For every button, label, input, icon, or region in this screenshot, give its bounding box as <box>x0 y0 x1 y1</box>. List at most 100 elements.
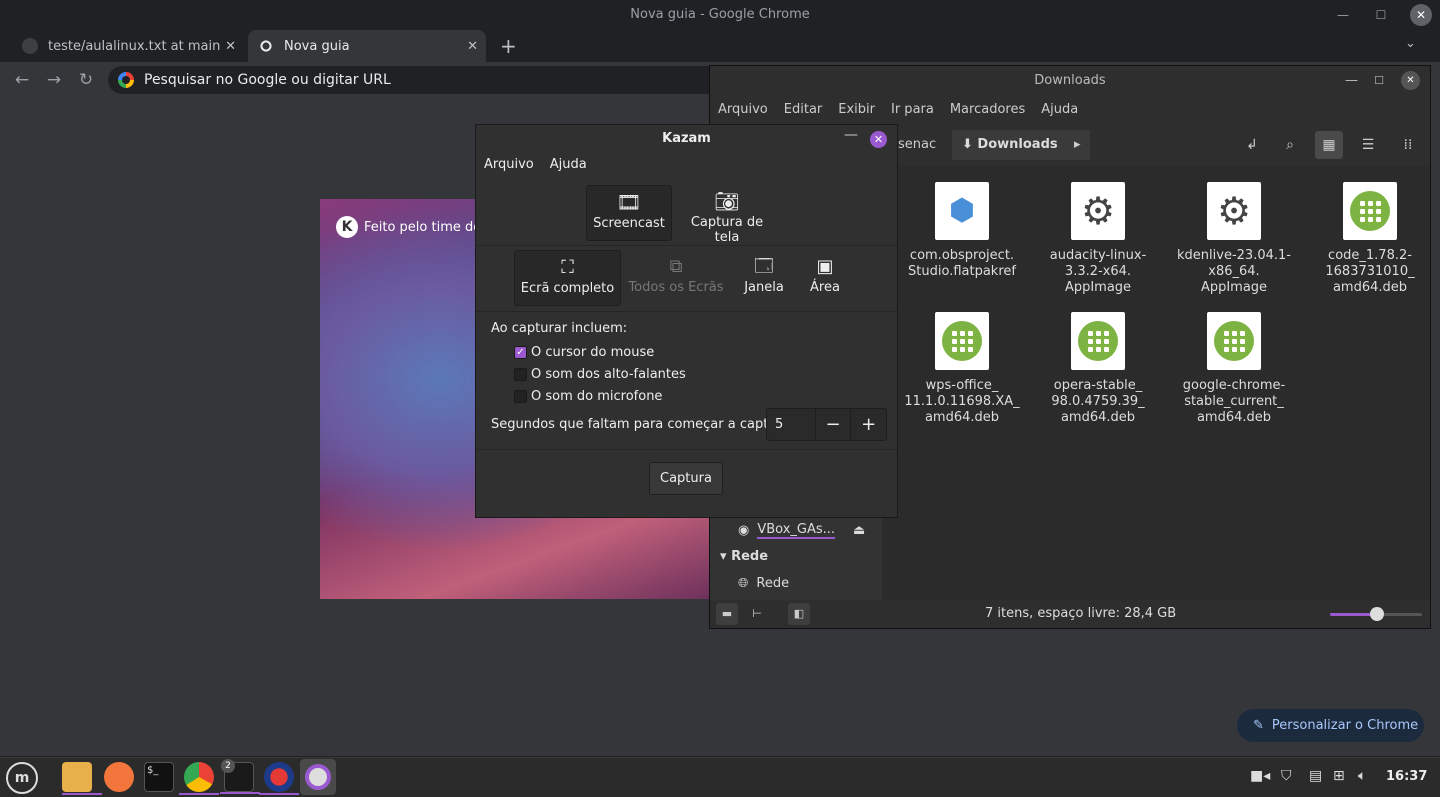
countdown-value[interactable]: 5 <box>767 409 815 440</box>
mode-label: Captura de tela <box>690 215 764 245</box>
network-icon[interactable]: ⊞ <box>1333 768 1345 784</box>
tab-github[interactable]: teste/aulalinux.txt at main · ar ✕ <box>12 30 244 62</box>
minimize-icon[interactable]: — <box>1345 66 1358 96</box>
tab-new[interactable]: Nova guia ✕ <box>248 30 486 62</box>
source-area[interactable]: ▣ Área <box>800 250 850 306</box>
file-item[interactable]: wps-office_ 11.1.0.11698.XA_ amd64.deb <box>894 312 1030 426</box>
toggle-location-icon[interactable]: ↲ <box>1242 135 1262 155</box>
reload-icon[interactable]: ↻ <box>76 70 96 90</box>
maximize-icon[interactable]: ☐ <box>1372 6 1390 24</box>
source-fullscreen[interactable]: ⛶ Ecrã completo <box>514 250 621 306</box>
minus-icon[interactable]: − <box>814 409 851 440</box>
countdown-stepper[interactable]: 5 − + <box>766 408 887 441</box>
option-speakers[interactable]: O som dos alto-falantes <box>514 367 686 382</box>
menu-arquivo[interactable]: Arquivo <box>718 102 768 117</box>
menu-exibir[interactable]: Exibir <box>838 102 875 117</box>
checkbox-checked[interactable]: ✓ <box>514 346 527 359</box>
breadcrumb-downloads[interactable]: ⬇ Downloads <box>952 130 1068 160</box>
minimize-icon[interactable]: — <box>844 127 858 143</box>
shield-icon[interactable]: ⛉ <box>1281 768 1292 784</box>
option-microphone[interactable]: O som do microfone <box>514 389 662 404</box>
sidebar-item-label: VBox_GAs... <box>757 522 836 539</box>
file-name: com.obsproject. Studio.flatpakref <box>908 248 1016 279</box>
deb-icon <box>1343 182 1397 240</box>
file-item[interactable]: ⚙ audacity-linux- 3.3.2-x64. AppImage <box>1030 182 1166 296</box>
clapper-icon[interactable]: 2 <box>220 759 260 794</box>
volume-icon[interactable]: 🔈︎ <box>1358 768 1366 784</box>
audacity-icon[interactable] <box>259 762 299 795</box>
breadcrumb-label: Downloads <box>977 137 1058 152</box>
plus-icon[interactable]: + <box>850 409 886 440</box>
file-item[interactable]: ⬢ com.obsproject. Studio.flatpakref <box>894 182 1030 280</box>
checkbox[interactable] <box>514 390 527 403</box>
deb-icon <box>1207 312 1261 370</box>
hide-sidebar-icon[interactable]: ◧ <box>788 603 810 625</box>
menu-marcadores[interactable]: Marcadores <box>950 102 1025 117</box>
chrome-icon[interactable] <box>179 762 219 795</box>
checkbox[interactable] <box>514 368 527 381</box>
personalize-chrome-button[interactable]: ✎ Personalizar o Chrome <box>1237 709 1424 742</box>
taskbar: m $_ 2 ■◂ ⛉ ▤ ⊞ 🔈︎ 16:37 <box>0 757 1440 797</box>
source-label: Área <box>810 280 840 295</box>
breadcrumb-next-icon[interactable]: ▸ <box>1068 130 1090 160</box>
close-icon[interactable]: ✕ <box>1401 71 1420 90</box>
camera-lens <box>305 764 331 790</box>
source-window[interactable]: 🗔︎ Janela <box>734 250 794 306</box>
compact-view-icon[interactable]: ⁞⁞ <box>1398 135 1418 155</box>
sidebar-item-vbox[interactable]: ◉ VBox_GAs... ⏏ <box>738 522 865 539</box>
menu-ajuda[interactable]: Ajuda <box>1041 102 1078 117</box>
new-tab-icon[interactable]: + <box>500 34 517 58</box>
menu-ajuda[interactable]: Ajuda <box>550 157 587 172</box>
file-name: opera-stable_ 98.0.4759.39_ amd64.deb <box>1051 378 1145 425</box>
menu-editar[interactable]: Editar <box>784 102 823 117</box>
window-icon: 🗔︎ <box>754 256 774 277</box>
sidebar-item-network[interactable]: 🌐︎ Rede <box>738 576 789 591</box>
capture-button[interactable]: Captura <box>649 462 723 495</box>
close-icon[interactable]: ✕ <box>1410 4 1432 26</box>
zoom-knob[interactable] <box>1370 607 1384 621</box>
eject-icon[interactable]: ⏏ <box>853 523 865 538</box>
separator <box>476 245 897 246</box>
close-icon[interactable]: ✕ <box>870 131 887 148</box>
file-item[interactable]: ⚙ kdenlive-23.04.1- x86_64. AppImage <box>1166 182 1302 296</box>
source-label: Ecrã completo <box>520 281 615 296</box>
updates-icon[interactable]: ▤ <box>1309 768 1322 784</box>
menu-ir-para[interactable]: Ir para <box>891 102 934 117</box>
icon-view-icon[interactable]: ▦ <box>1315 131 1343 159</box>
terminal-icon[interactable]: $_ <box>144 762 174 792</box>
forward-icon[interactable]: → <box>44 70 64 90</box>
list-view-icon[interactable]: ☰ <box>1358 135 1378 155</box>
close-tab-icon[interactable]: ✕ <box>467 39 478 54</box>
file-item[interactable]: code_1.78.2- 1683731010_ amd64.deb <box>1302 182 1438 296</box>
file-item[interactable]: opera-stable_ 98.0.4759.39_ amd64.deb <box>1030 312 1166 426</box>
clock[interactable]: 16:37 <box>1386 769 1427 784</box>
back-icon[interactable]: ← <box>12 70 32 90</box>
option-cursor[interactable]: ✓ O cursor do mouse <box>514 345 654 360</box>
mode-screencast[interactable]: 🎞︎ Screencast <box>586 185 672 241</box>
source-label: Janela <box>744 280 784 295</box>
minimize-icon[interactable]: — <box>1334 6 1352 24</box>
sidebar-section-network[interactable]: ▾ Rede <box>720 549 768 564</box>
firefox-icon[interactable] <box>104 762 134 792</box>
file-grid: ⬢ com.obsproject. Studio.flatpakref ⚙ au… <box>882 166 1430 600</box>
kazam-window: Kazam — ✕ Arquivo Ajuda 🎞︎ Screencast 📷︎… <box>475 124 898 518</box>
show-places-icon[interactable]: ▬ <box>716 603 738 625</box>
menu-arquivo[interactable]: Arquivo <box>484 157 534 172</box>
disc-icon: ◉ <box>738 523 750 538</box>
zoom-slider[interactable] <box>1330 607 1422 621</box>
mint-menu-icon[interactable]: m <box>6 762 38 794</box>
option-label: O som dos alto-falantes <box>531 367 686 382</box>
maximize-icon[interactable]: ☐ <box>1374 66 1384 96</box>
omnibox[interactable]: Pesquisar no Google ou digitar URL <box>108 66 728 94</box>
kazam-title: Kazam <box>662 131 711 146</box>
film-icon: 🎞︎ <box>616 190 642 214</box>
screen-recorder-icon[interactable]: ■◂ <box>1250 768 1270 784</box>
show-tree-icon[interactable]: ⊢ <box>746 603 768 625</box>
mode-screenshot[interactable]: 📷︎ Captura de tela <box>678 185 776 245</box>
files-icon[interactable] <box>62 762 102 795</box>
kazam-icon[interactable] <box>300 759 336 795</box>
file-item[interactable]: google-chrome- stable_current_ amd64.deb <box>1166 312 1302 426</box>
tab-search-icon[interactable]: ⌄ <box>1405 36 1416 51</box>
search-icon[interactable]: ⌕ <box>1280 135 1300 155</box>
close-tab-icon[interactable]: ✕ <box>225 39 236 54</box>
